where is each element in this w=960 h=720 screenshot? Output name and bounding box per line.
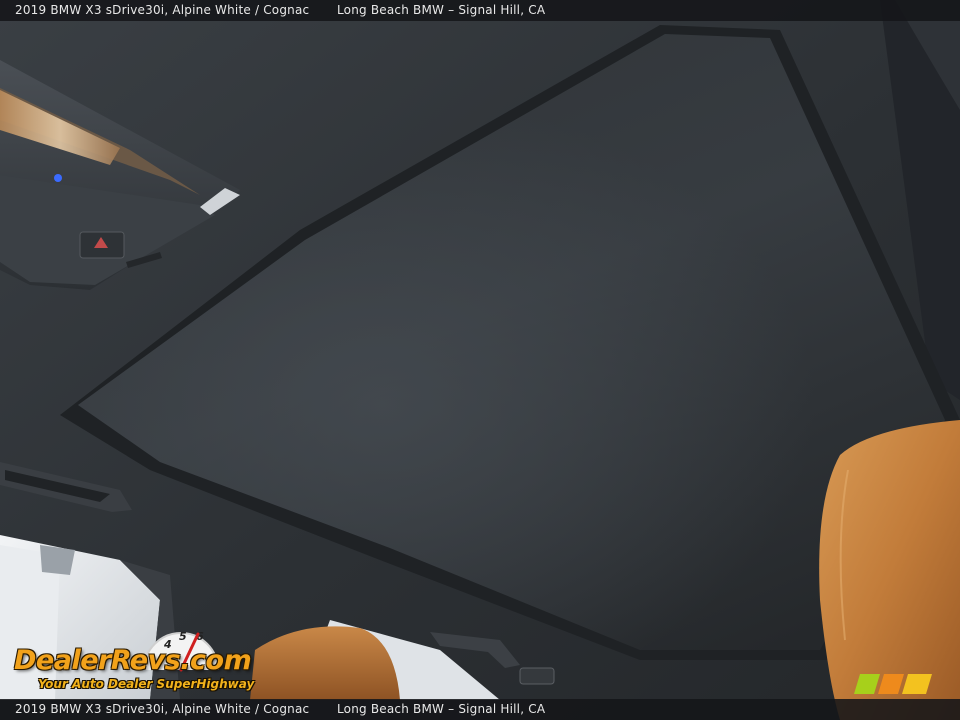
caption-bar-top: 2019 BMW X3 sDrive30i, Alpine White / Co…	[0, 0, 960, 21]
photo-viewer: 2019 BMW X3 sDrive30i, Alpine White / Co…	[0, 0, 960, 720]
caption-bar-bottom: 2019 BMW X3 sDrive30i, Alpine White / Co…	[0, 699, 960, 720]
dealer-name: Long Beach BMW – Signal Hill, CA	[337, 3, 546, 17]
dealerrevs-watermark: 4 5 6 DealerRevs.com Your Auto Dealer Su…	[10, 624, 272, 696]
vehicle-title: 2019 BMW X3 sDrive30i, Alpine White / Co…	[15, 3, 310, 17]
m-stripe	[902, 674, 932, 694]
watermark-tagline: Your Auto Dealer SuperHighway	[38, 677, 255, 691]
dealer-name: Long Beach BMW – Signal Hill, CA	[337, 702, 546, 716]
gauge-number: 5	[179, 630, 187, 643]
m-stripe	[878, 674, 904, 694]
vehicle-title: 2019 BMW X3 sDrive30i, Alpine White / Co…	[15, 702, 310, 716]
m-stripes-logo	[854, 674, 932, 694]
m-stripe	[854, 674, 880, 694]
interior-photo	[0, 0, 960, 720]
watermark-brand: DealerRevs.com	[14, 645, 252, 676]
